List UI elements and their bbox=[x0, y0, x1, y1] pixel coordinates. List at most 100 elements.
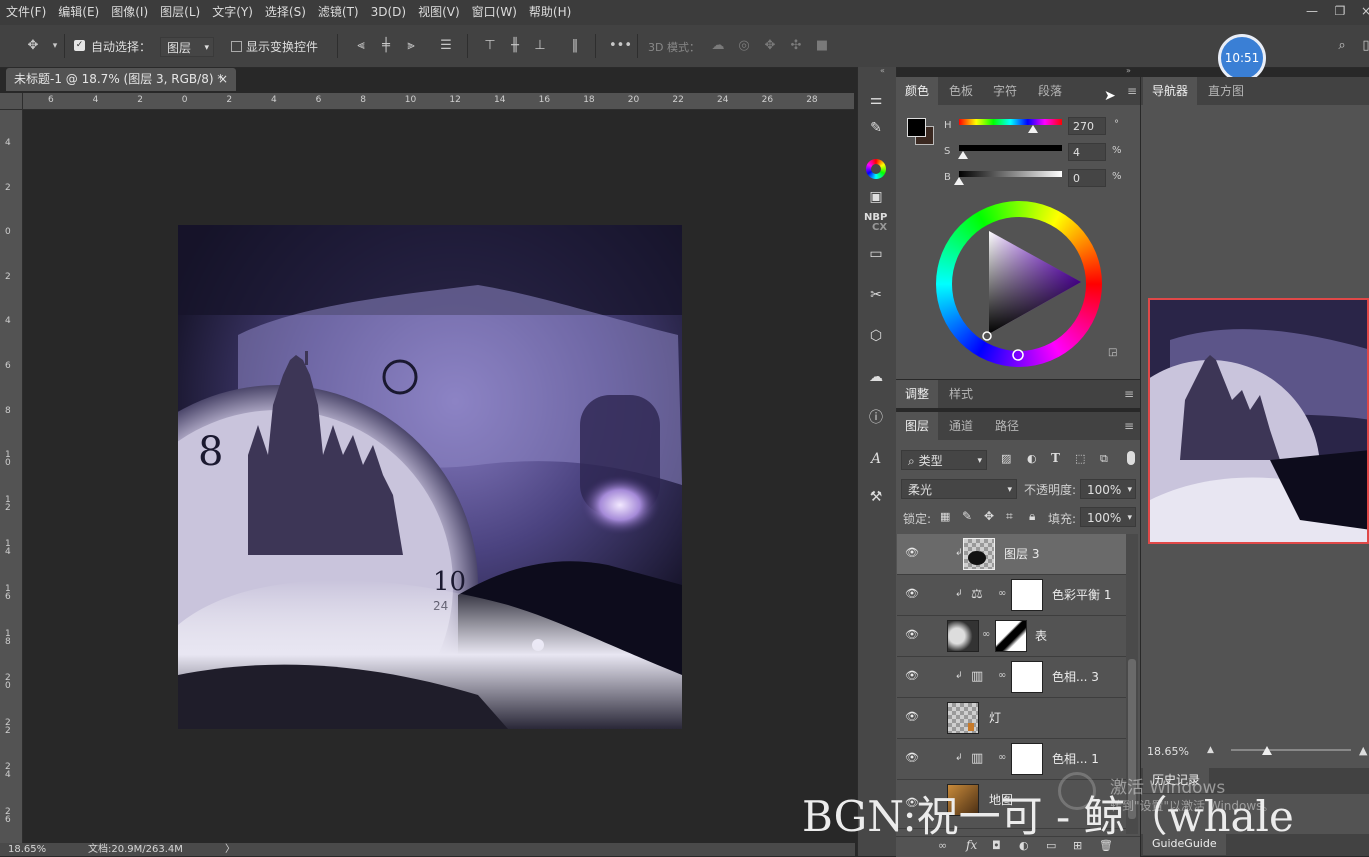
layer-name[interactable]: 色相... 3 bbox=[1052, 657, 1099, 697]
3d-slide-icon[interactable]: ✣ bbox=[787, 37, 805, 55]
eye-icon[interactable]: 👁︎ bbox=[905, 546, 919, 560]
distribute-horizontal-icon[interactable]: ‖ bbox=[566, 37, 584, 55]
3d-cube-icon[interactable]: ⬡ bbox=[865, 325, 887, 347]
status-zoom[interactable]: 18.65% bbox=[8, 843, 46, 856]
lock-position-icon[interactable]: ✥ bbox=[984, 509, 994, 523]
hue-value[interactable]: 270 bbox=[1068, 117, 1106, 135]
menu-view[interactable]: 视图(V) bbox=[412, 0, 466, 25]
tab-adjustments[interactable]: 调整 bbox=[896, 380, 939, 408]
glyphs-icon[interactable]: A bbox=[865, 448, 887, 470]
panel-menu-icon[interactable]: ≡ bbox=[1124, 419, 1134, 433]
3d-pan-icon[interactable]: ✥ bbox=[761, 37, 779, 55]
info-icon[interactable]: ⓘ bbox=[865, 407, 887, 429]
layer-row[interactable]: 👁︎ ↲ ▥ ∞ 色相... 3 bbox=[897, 657, 1126, 698]
status-arrow-icon[interactable]: 〉 bbox=[225, 843, 235, 856]
menu-layer[interactable]: 图层(L) bbox=[154, 0, 206, 25]
brush-settings-icon[interactable]: ✎ bbox=[865, 117, 887, 139]
saturation-slider[interactable] bbox=[958, 145, 1062, 159]
lock-pixels-icon[interactable]: ✎ bbox=[962, 509, 972, 523]
eye-icon[interactable]: 👁︎ bbox=[905, 669, 919, 683]
auto-select-checkbox[interactable]: ✓ bbox=[74, 40, 85, 51]
menu-edit[interactable]: 编辑(E) bbox=[52, 0, 105, 25]
eye-icon[interactable]: 👁︎ bbox=[905, 587, 919, 601]
3d-orbit-icon[interactable]: ☁ bbox=[709, 37, 727, 55]
panel-menu-icon[interactable]: ≡ bbox=[1124, 387, 1134, 401]
link-icon[interactable]: ∞ bbox=[998, 752, 1006, 763]
layer-row[interactable]: 👁︎ ↲ ⚖ ∞ 色彩平衡 1 bbox=[897, 575, 1126, 616]
3d-scale-icon[interactable]: ■ bbox=[813, 37, 831, 55]
brightness-value[interactable]: 0 bbox=[1068, 169, 1106, 187]
tab-histogram[interactable]: 直方图 bbox=[1199, 77, 1253, 105]
align-top-icon[interactable]: ⊤ bbox=[481, 37, 499, 55]
nbp-cx-icon[interactable]: NBP CX bbox=[864, 213, 887, 233]
tab-layers[interactable]: 图层 bbox=[896, 412, 939, 440]
align-bottom-icon[interactable]: ⊥ bbox=[531, 37, 549, 55]
lock-all-icon[interactable]: 🔒︎ bbox=[1029, 509, 1035, 524]
filter-toggle-icon[interactable] bbox=[1127, 451, 1135, 465]
filter-type-icon[interactable]: T bbox=[1051, 451, 1060, 465]
distribute-vertical-icon[interactable]: ☰ bbox=[437, 37, 455, 55]
modifier-icon[interactable]: ⚒ bbox=[865, 486, 887, 508]
layer-mask-thumbnail[interactable] bbox=[995, 620, 1027, 652]
brightness-slider[interactable] bbox=[954, 171, 1062, 185]
menu-filter[interactable]: 滤镜(T) bbox=[312, 0, 365, 25]
menu-select[interactable]: 选择(S) bbox=[259, 0, 312, 25]
align-right-icon[interactable]: ⫸ bbox=[402, 37, 420, 55]
layer-thumbnail[interactable] bbox=[947, 620, 979, 652]
layer-row[interactable]: 👁︎ ↲ ▥ ∞ 色相... 1 bbox=[897, 739, 1126, 780]
libraries-icon[interactable]: ▣ bbox=[865, 186, 887, 208]
filter-adjustment-icon[interactable]: ◐ bbox=[1027, 452, 1037, 465]
lock-artboard-icon[interactable]: ⌗ bbox=[1006, 509, 1013, 524]
collapse-right-icon[interactable]: » bbox=[1126, 66, 1131, 75]
tab-swatches[interactable]: 色板 bbox=[940, 77, 982, 105]
document-tab[interactable]: 未标题-1 @ 18.7% (图层 3, RGB/8) * × bbox=[6, 68, 236, 91]
layer-mask-thumbnail[interactable] bbox=[1011, 661, 1043, 693]
zoom-out-icon[interactable]: ▲ bbox=[1207, 745, 1214, 755]
restore-icon[interactable]: ❐ bbox=[1329, 2, 1351, 20]
link-icon[interactable]: ∞ bbox=[998, 670, 1006, 681]
slider-handle[interactable] bbox=[1028, 125, 1039, 133]
layer-row[interactable]: 👁︎ ↲ 图层 3 bbox=[897, 534, 1126, 575]
layer-thumbnail[interactable] bbox=[947, 702, 979, 734]
document-canvas-image[interactable]: 8 10 24 bbox=[178, 225, 682, 729]
layer-row[interactable]: 👁︎ ∞ 表 bbox=[897, 616, 1126, 657]
layer-thumbnail[interactable] bbox=[963, 538, 995, 570]
align-hcenter-icon[interactable]: ╪ bbox=[377, 37, 395, 55]
tab-character[interactable]: 字符 bbox=[984, 77, 1026, 105]
layer-name[interactable]: 灯 bbox=[989, 698, 1001, 738]
eye-icon[interactable]: 👁︎ bbox=[905, 751, 919, 765]
link-icon[interactable]: ∞ bbox=[998, 588, 1006, 599]
tab-paragraph[interactable]: 段落 bbox=[1029, 77, 1071, 105]
menu-3d[interactable]: 3D(D) bbox=[365, 0, 412, 25]
fill-field[interactable]: 100% ▾ bbox=[1080, 507, 1136, 527]
align-vcenter-icon[interactable]: ╫ bbox=[506, 37, 524, 55]
zoom-slider-handle[interactable] bbox=[1262, 746, 1272, 755]
tab-color[interactable]: 颜色 bbox=[896, 77, 939, 105]
scissors-icon[interactable]: ✂ bbox=[865, 284, 887, 306]
layer-mask-thumbnail[interactable] bbox=[1011, 579, 1043, 611]
opacity-field[interactable]: 100% ▾ bbox=[1080, 479, 1136, 499]
layer-name[interactable]: 表 bbox=[1035, 616, 1047, 656]
close-tab-icon[interactable]: × bbox=[218, 68, 228, 91]
transform-controls-checkbox[interactable] bbox=[231, 41, 242, 52]
creative-cloud-icon[interactable]: ☁ bbox=[865, 366, 887, 388]
workspace-icon[interactable]: ▯ bbox=[1357, 37, 1369, 55]
saturation-value[interactable]: 4 bbox=[1068, 143, 1106, 161]
frame-icon[interactable]: ▭ bbox=[865, 243, 887, 265]
blend-mode-dropdown[interactable]: 柔光 ▾ bbox=[901, 479, 1017, 499]
chevron-down-icon[interactable]: ▾ bbox=[46, 37, 64, 55]
tab-styles[interactable]: 样式 bbox=[940, 380, 982, 408]
collapse-left-icon[interactable]: « bbox=[880, 66, 885, 75]
close-window-icon[interactable]: × bbox=[1355, 2, 1369, 20]
menu-file[interactable]: 文件(F) bbox=[0, 0, 52, 25]
layer-name[interactable]: 色彩平衡 1 bbox=[1052, 575, 1111, 615]
layer-row[interactable]: 👁︎ 灯 bbox=[897, 698, 1126, 739]
menu-window[interactable]: 窗口(W) bbox=[466, 0, 523, 25]
tab-channels[interactable]: 通道 bbox=[940, 412, 982, 440]
menu-image[interactable]: 图像(I) bbox=[105, 0, 154, 25]
color-wheel-icon[interactable] bbox=[866, 159, 886, 179]
color-options-icon[interactable]: ◲ bbox=[1108, 347, 1117, 358]
minimize-icon[interactable]: — bbox=[1301, 2, 1323, 20]
filter-shape-icon[interactable]: ⬚ bbox=[1075, 452, 1085, 465]
3d-roll-icon[interactable]: ◎ bbox=[735, 37, 753, 55]
